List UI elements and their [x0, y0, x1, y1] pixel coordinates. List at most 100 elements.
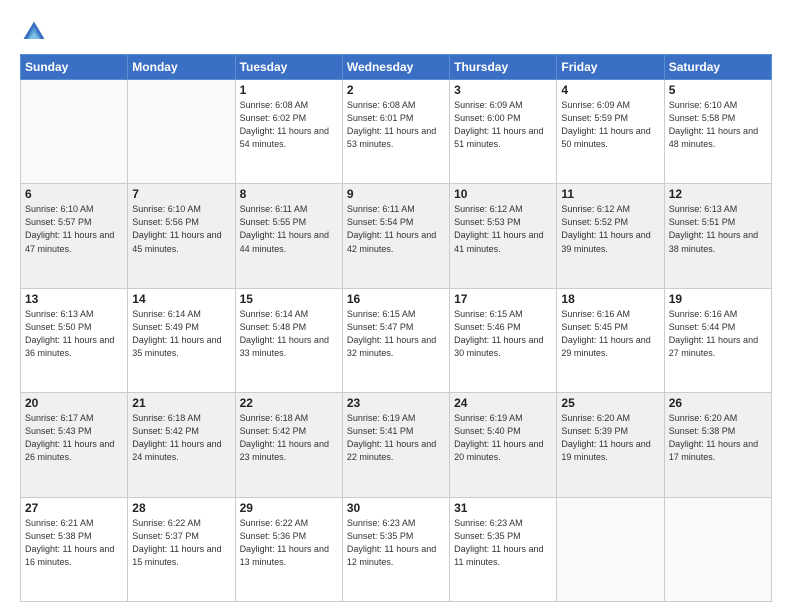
day-info: Sunrise: 6:11 AMSunset: 5:54 PMDaylight:… — [347, 203, 445, 255]
calendar-cell: 9 Sunrise: 6:11 AMSunset: 5:54 PMDaylight… — [342, 184, 449, 288]
calendar-cell: 16 Sunrise: 6:15 AMSunset: 5:47 PMDayligh… — [342, 288, 449, 392]
day-info: Sunrise: 6:17 AMSunset: 5:43 PMDaylight:… — [25, 412, 123, 464]
day-number: 9 — [347, 187, 445, 201]
day-number: 31 — [454, 501, 552, 515]
day-number: 16 — [347, 292, 445, 306]
calendar-cell: 19 Sunrise: 6:16 AMSunset: 5:44 PMDayligh… — [664, 288, 771, 392]
day-number: 25 — [561, 396, 659, 410]
day-number: 29 — [240, 501, 338, 515]
day-info: Sunrise: 6:15 AMSunset: 5:46 PMDaylight:… — [454, 308, 552, 360]
day-number: 18 — [561, 292, 659, 306]
day-info: Sunrise: 6:12 AMSunset: 5:52 PMDaylight:… — [561, 203, 659, 255]
day-info: Sunrise: 6:22 AMSunset: 5:37 PMDaylight:… — [132, 517, 230, 569]
calendar-cell: 8 Sunrise: 6:11 AMSunset: 5:55 PMDaylight… — [235, 184, 342, 288]
page: SundayMondayTuesdayWednesdayThursdayFrid… — [0, 0, 792, 612]
calendar-cell: 26 Sunrise: 6:20 AMSunset: 5:38 PMDayligh… — [664, 393, 771, 497]
day-number: 12 — [669, 187, 767, 201]
day-number: 6 — [25, 187, 123, 201]
calendar-week-row: 20 Sunrise: 6:17 AMSunset: 5:43 PMDayligh… — [21, 393, 772, 497]
day-info: Sunrise: 6:10 AMSunset: 5:58 PMDaylight:… — [669, 99, 767, 151]
calendar-cell: 5 Sunrise: 6:10 AMSunset: 5:58 PMDaylight… — [664, 80, 771, 184]
day-number: 27 — [25, 501, 123, 515]
day-info: Sunrise: 6:12 AMSunset: 5:53 PMDaylight:… — [454, 203, 552, 255]
day-info: Sunrise: 6:19 AMSunset: 5:41 PMDaylight:… — [347, 412, 445, 464]
day-number: 22 — [240, 396, 338, 410]
calendar-cell — [664, 497, 771, 601]
logo — [20, 18, 54, 46]
day-info: Sunrise: 6:10 AMSunset: 5:56 PMDaylight:… — [132, 203, 230, 255]
day-info: Sunrise: 6:08 AMSunset: 6:01 PMDaylight:… — [347, 99, 445, 151]
day-info: Sunrise: 6:18 AMSunset: 5:42 PMDaylight:… — [240, 412, 338, 464]
header — [20, 18, 772, 46]
calendar-cell — [557, 497, 664, 601]
calendar-cell: 12 Sunrise: 6:13 AMSunset: 5:51 PMDayligh… — [664, 184, 771, 288]
calendar-cell: 10 Sunrise: 6:12 AMSunset: 5:53 PMDayligh… — [450, 184, 557, 288]
day-number: 15 — [240, 292, 338, 306]
calendar-cell: 18Sunrise: 6:16 AMSunset: 5:45 PMDayligh… — [557, 288, 664, 392]
day-number: 3 — [454, 83, 552, 97]
day-info: Sunrise: 6:10 AMSunset: 5:57 PMDaylight:… — [25, 203, 123, 255]
calendar-cell: 6 Sunrise: 6:10 AMSunset: 5:57 PMDaylight… — [21, 184, 128, 288]
day-info: Sunrise: 6:13 AMSunset: 5:50 PMDaylight:… — [25, 308, 123, 360]
calendar-cell: 14Sunrise: 6:14 AMSunset: 5:49 PMDayligh… — [128, 288, 235, 392]
day-number: 11 — [561, 187, 659, 201]
day-info: Sunrise: 6:08 AMSunset: 6:02 PMDaylight:… — [240, 99, 338, 151]
day-number: 28 — [132, 501, 230, 515]
calendar-cell — [21, 80, 128, 184]
day-info: Sunrise: 6:14 AMSunset: 5:48 PMDaylight:… — [240, 308, 338, 360]
calendar-cell: 2 Sunrise: 6:08 AMSunset: 6:01 PMDaylight… — [342, 80, 449, 184]
calendar-cell — [128, 80, 235, 184]
calendar-cell: 29 Sunrise: 6:22 AMSunset: 5:36 PMDayligh… — [235, 497, 342, 601]
day-info: Sunrise: 6:23 AMSunset: 5:35 PMDaylight:… — [347, 517, 445, 569]
day-number: 21 — [132, 396, 230, 410]
calendar-week-row: 1 Sunrise: 6:08 AMSunset: 6:02 PMDaylight… — [21, 80, 772, 184]
day-info: Sunrise: 6:14 AMSunset: 5:49 PMDaylight:… — [132, 308, 230, 360]
calendar-cell: 25 Sunrise: 6:20 AMSunset: 5:39 PMDayligh… — [557, 393, 664, 497]
calendar-cell: 15 Sunrise: 6:14 AMSunset: 5:48 PMDayligh… — [235, 288, 342, 392]
day-number: 5 — [669, 83, 767, 97]
calendar-cell: 7 Sunrise: 6:10 AMSunset: 5:56 PMDaylight… — [128, 184, 235, 288]
day-number: 1 — [240, 83, 338, 97]
calendar-cell: 20 Sunrise: 6:17 AMSunset: 5:43 PMDayligh… — [21, 393, 128, 497]
day-info: Sunrise: 6:09 AMSunset: 5:59 PMDaylight:… — [561, 99, 659, 151]
day-info: Sunrise: 6:20 AMSunset: 5:38 PMDaylight:… — [669, 412, 767, 464]
day-number: 19 — [669, 292, 767, 306]
day-info: Sunrise: 6:15 AMSunset: 5:47 PMDaylight:… — [347, 308, 445, 360]
weekday-header-row: SundayMondayTuesdayWednesdayThursdayFrid… — [21, 55, 772, 80]
day-number: 10 — [454, 187, 552, 201]
calendar-cell: 13 Sunrise: 6:13 AMSunset: 5:50 PMDayligh… — [21, 288, 128, 392]
day-info: Sunrise: 6:23 AMSunset: 5:35 PMDaylight:… — [454, 517, 552, 569]
calendar-cell: 3Sunrise: 6:09 AMSunset: 6:00 PMDaylight… — [450, 80, 557, 184]
day-info: Sunrise: 6:13 AMSunset: 5:51 PMDaylight:… — [669, 203, 767, 255]
calendar-cell: 23Sunrise: 6:19 AMSunset: 5:41 PMDayligh… — [342, 393, 449, 497]
day-number: 26 — [669, 396, 767, 410]
day-number: 2 — [347, 83, 445, 97]
weekday-header-thursday: Thursday — [450, 55, 557, 80]
day-info: Sunrise: 6:19 AMSunset: 5:40 PMDaylight:… — [454, 412, 552, 464]
calendar-table: SundayMondayTuesdayWednesdayThursdayFrid… — [20, 54, 772, 602]
day-info: Sunrise: 6:21 AMSunset: 5:38 PMDaylight:… — [25, 517, 123, 569]
calendar-week-row: 13 Sunrise: 6:13 AMSunset: 5:50 PMDayligh… — [21, 288, 772, 392]
calendar-week-row: 27 Sunrise: 6:21 AMSunset: 5:38 PMDayligh… — [21, 497, 772, 601]
day-info: Sunrise: 6:18 AMSunset: 5:42 PMDaylight:… — [132, 412, 230, 464]
day-number: 4 — [561, 83, 659, 97]
day-number: 13 — [25, 292, 123, 306]
calendar-cell: 22 Sunrise: 6:18 AMSunset: 5:42 PMDayligh… — [235, 393, 342, 497]
weekday-header-wednesday: Wednesday — [342, 55, 449, 80]
calendar-cell: 21 Sunrise: 6:18 AMSunset: 5:42 PMDayligh… — [128, 393, 235, 497]
day-number: 7 — [132, 187, 230, 201]
weekday-header-sunday: Sunday — [21, 55, 128, 80]
day-number: 24 — [454, 396, 552, 410]
logo-icon — [20, 18, 48, 46]
day-number: 20 — [25, 396, 123, 410]
weekday-header-tuesday: Tuesday — [235, 55, 342, 80]
calendar-cell: 1 Sunrise: 6:08 AMSunset: 6:02 PMDaylight… — [235, 80, 342, 184]
day-number: 8 — [240, 187, 338, 201]
day-info: Sunrise: 6:16 AMSunset: 5:44 PMDaylight:… — [669, 308, 767, 360]
day-info: Sunrise: 6:22 AMSunset: 5:36 PMDaylight:… — [240, 517, 338, 569]
day-info: Sunrise: 6:20 AMSunset: 5:39 PMDaylight:… — [561, 412, 659, 464]
day-info: Sunrise: 6:11 AMSunset: 5:55 PMDaylight:… — [240, 203, 338, 255]
day-number: 17 — [454, 292, 552, 306]
calendar-week-row: 6 Sunrise: 6:10 AMSunset: 5:57 PMDaylight… — [21, 184, 772, 288]
calendar-cell: 28 Sunrise: 6:22 AMSunset: 5:37 PMDayligh… — [128, 497, 235, 601]
